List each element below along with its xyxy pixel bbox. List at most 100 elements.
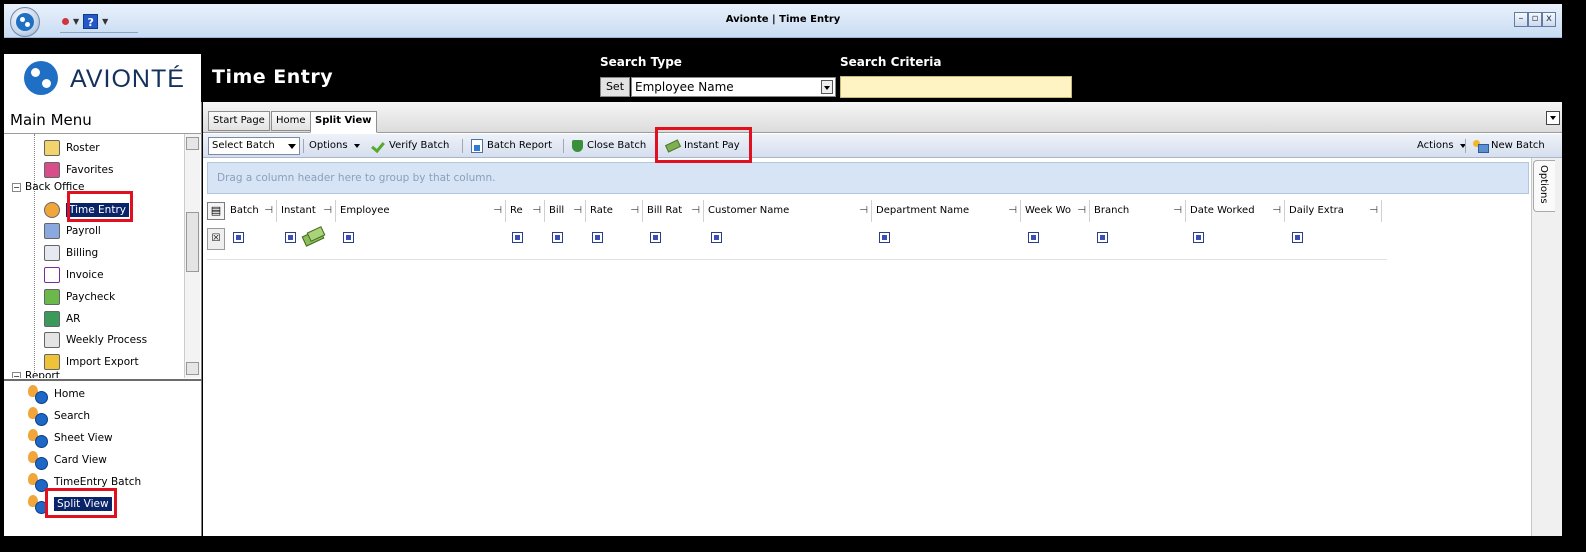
nav-item-home[interactable]: Home [28,384,85,404]
import-export-icon [44,354,60,370]
column-label: Rate [590,205,613,216]
close-batch-button[interactable]: Close Batch [572,138,646,154]
tree-item-billing[interactable]: Billing [44,243,98,263]
tab-home[interactable]: Home [271,111,311,131]
row-selector[interactable]: ☒ [207,228,225,250]
scroll-down-button[interactable] [186,362,199,375]
column-header-instant[interactable]: Instant ⊣ [278,200,336,222]
pin-icon[interactable]: ⊣ [493,200,502,222]
column-header-batch[interactable]: Batch ⊣ [227,200,277,222]
nav-item-label: Card View [54,454,107,466]
tree-item-ar[interactable]: AR [44,309,80,329]
pin-icon[interactable]: ⊣ [1369,200,1378,222]
department-name-checkbox[interactable] [879,232,890,243]
pin-icon[interactable]: ⊣ [323,200,332,222]
column-header-bill[interactable]: Bill ⊣ [546,200,586,222]
column-header-customer-name[interactable]: Customer Name ⊣ [705,200,872,222]
tree-item-paycheck[interactable]: Paycheck [44,287,115,307]
pin-icon[interactable]: ⊣ [1272,200,1281,222]
search-type-select[interactable]: Employee Name [631,77,836,97]
daily-extra-checkbox[interactable] [1292,232,1303,243]
nav-item-sheet-view[interactable]: Sheet View [28,428,113,448]
pin-icon[interactable]: ⊣ [859,200,868,222]
scroll-thumb[interactable] [186,212,199,272]
group-by-area[interactable]: Drag a column header here to group by th… [207,162,1529,194]
nav-item-search[interactable]: Search [28,406,90,426]
table-row[interactable]: ☒ [207,224,1387,260]
search-type-value: Employee Name [635,80,734,94]
set-button[interactable]: Set [600,77,630,97]
re-checkbox[interactable] [512,232,523,243]
batch-checkbox[interactable] [233,232,244,243]
week-worked-checkbox[interactable] [1028,232,1039,243]
new-batch-button[interactable]: New Batch [1473,138,1545,154]
actions-menu-button[interactable]: Actions [1417,138,1466,154]
tree-item-import-export[interactable]: Import Export [44,352,139,372]
tab-list-dropdown[interactable] [1546,111,1560,125]
tree-item-weekly-process[interactable]: Weekly Process [44,330,147,350]
column-header-bill-rate[interactable]: Bill Rat ⊣ [644,200,704,222]
options-side-tab[interactable]: Options [1533,160,1555,212]
column-header-re[interactable]: Re ⊣ [507,200,545,222]
minimize-button[interactable]: – [1514,12,1528,27]
bill-rate-checkbox[interactable] [650,232,661,243]
collapse-icon[interactable]: − [12,371,21,378]
paycheck-icon [44,289,60,305]
tree-item-invoice[interactable]: Invoice [44,265,104,285]
branch-checkbox[interactable] [1097,232,1108,243]
close-button[interactable]: x [1542,12,1556,27]
pin-icon[interactable]: ⊣ [573,200,582,222]
column-header-week-worked[interactable]: Week Wo ⊣ [1022,200,1090,222]
column-header-rate[interactable]: Rate ⊣ [587,200,643,222]
pin-icon[interactable]: ⊣ [1077,200,1086,222]
column-label: Employee [340,205,390,216]
collapse-icon[interactable]: − [12,182,21,192]
instant-pay-money-icon[interactable] [299,226,327,247]
search-type-label: Search Type [600,55,682,69]
batch-report-button[interactable]: Batch Report [471,138,552,154]
verify-batch-button[interactable]: Verify Batch [371,138,449,154]
window-controls: – ▫ x [1514,12,1556,27]
column-label: Batch [230,205,259,216]
nav-item-label: Sheet View [54,432,113,444]
column-header-branch[interactable]: Branch ⊣ [1091,200,1186,222]
chevron-down-icon[interactable] [821,80,833,94]
pin-icon[interactable]: ⊣ [691,200,700,222]
column-header-daily-extra[interactable]: Daily Extra ⊣ [1286,200,1382,222]
column-label: Branch [1094,205,1130,216]
toolbar-separator [303,139,304,153]
options-menu-button[interactable]: Options [309,138,360,154]
column-header-department-name[interactable]: Department Name ⊣ [873,200,1021,222]
date-worked-checkbox[interactable] [1193,232,1204,243]
divider[interactable] [4,379,202,381]
column-header-employee[interactable]: Employee ⊣ [337,200,506,222]
tree-item-label: Import Export [66,356,139,368]
column-header-date-worked[interactable]: Date Worked ⊣ [1187,200,1285,222]
bill-checkbox[interactable] [552,232,563,243]
search-criteria-input[interactable] [840,76,1072,98]
pin-icon[interactable]: ⊣ [264,200,273,222]
rate-checkbox[interactable] [592,232,603,243]
restore-button[interactable]: ▫ [1528,12,1542,27]
tab-start-page[interactable]: Start Page [208,111,270,131]
tree-item-favorites[interactable]: Favorites [44,160,113,180]
pin-icon[interactable]: ⊣ [532,200,541,222]
nav-item-card-view[interactable]: Card View [28,450,107,470]
pin-icon[interactable]: ⊣ [1008,200,1017,222]
pin-icon[interactable]: ⊣ [1173,200,1182,222]
tab-split-view[interactable]: Split View [310,111,377,133]
pin-icon[interactable]: ⊣ [630,200,639,222]
tree-item-report[interactable]: − Report [12,370,60,378]
customer-name-checkbox[interactable] [711,232,722,243]
billing-icon [44,245,60,261]
instant-checkbox[interactable] [285,232,296,243]
tree-item-roster[interactable]: Roster [44,138,100,158]
select-batch-dropdown[interactable]: Select Batch [208,137,300,155]
report-icon [471,139,483,153]
tree-item-label: Roster [66,142,100,154]
scroll-up-button[interactable] [186,137,199,150]
column-chooser-icon[interactable]: ▤ [207,202,225,220]
employee-checkbox[interactable] [343,232,354,243]
tree-item-payroll[interactable]: Payroll [44,221,101,241]
tree-scrollbar[interactable] [184,134,200,378]
